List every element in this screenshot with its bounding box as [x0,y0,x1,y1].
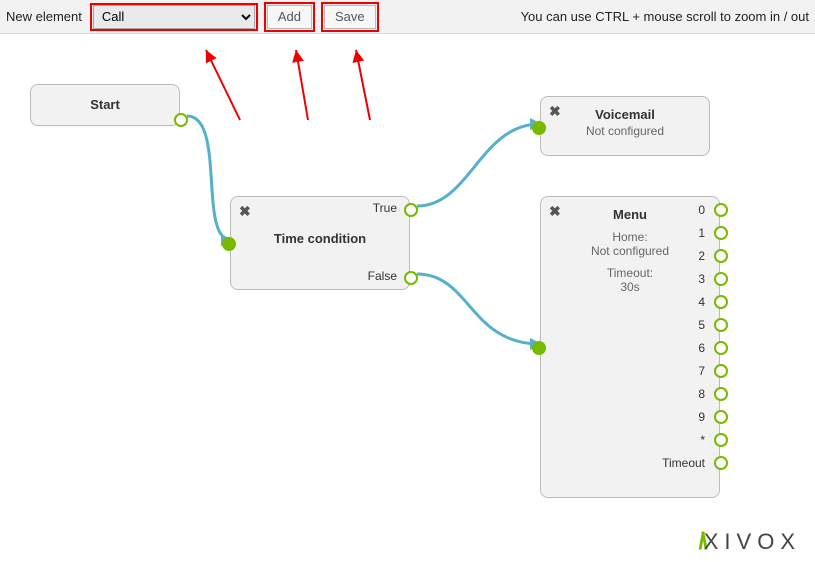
node-voicemail-title: Voicemail [541,107,709,122]
toolbar: New element Call Add Save You can use CT… [0,0,815,34]
port-tcond-false[interactable] [404,271,418,285]
new-element-label: New element [6,9,82,24]
menu-port-label-7: 7 [698,364,705,378]
menu-port-label-9: 9 [698,410,705,424]
annotation-save: Save [321,2,379,32]
port-label-true: True [357,201,397,215]
port-menu-9[interactable] [714,410,728,424]
menu-timeout-value: 30s [541,280,719,294]
menu-port-label-8: 8 [698,387,705,401]
save-button[interactable]: Save [324,5,376,29]
node-voicemail[interactable]: ✖ Voicemail Not configured [540,96,710,156]
close-icon[interactable]: ✖ [549,203,561,220]
menu-home-value: Not configured [541,244,719,258]
port-tcond-in[interactable] [222,237,236,251]
dialplan-canvas[interactable]: Start ✖ Time condition True False ✖ Voic… [0,34,815,562]
port-menu-0[interactable] [714,203,728,217]
brand-logo: /\XIVOX [698,528,801,556]
zoom-hint: You can use CTRL + mouse scroll to zoom … [521,9,809,24]
node-menu-title: Menu [541,207,719,222]
menu-port-label-3: 3 [698,272,705,286]
node-time-condition-title: Time condition [231,231,409,246]
menu-port-label-1: 1 [698,226,705,240]
menu-port-label-*: * [700,433,705,447]
node-voicemail-status: Not configured [541,124,709,138]
port-tcond-true[interactable] [404,203,418,217]
node-time-condition[interactable]: ✖ Time condition True False [230,196,410,290]
port-start-out[interactable] [174,113,188,127]
node-start[interactable]: Start [30,84,180,126]
close-icon[interactable]: ✖ [239,203,251,220]
menu-port-label-4: 4 [698,295,705,309]
port-menu-6[interactable] [714,341,728,355]
node-menu[interactable]: ✖ Menu Home: Not configured Timeout: 30s… [540,196,720,498]
menu-port-label-Timeout: Timeout [662,456,705,470]
port-menu-3[interactable] [714,272,728,286]
add-button[interactable]: Add [267,5,312,29]
port-menu-2[interactable] [714,249,728,263]
menu-port-label-5: 5 [698,318,705,332]
menu-port-label-2: 2 [698,249,705,263]
port-menu-7[interactable] [714,364,728,378]
menu-port-label-6: 6 [698,341,705,355]
annotation-add: Add [264,2,315,32]
port-voicemail-in[interactable] [532,121,546,135]
port-menu-in[interactable] [532,341,546,355]
port-menu-1[interactable] [714,226,728,240]
brand-text: XIVOX [704,529,801,554]
menu-timeout-label: Timeout: [541,266,719,280]
menu-home-label: Home: [541,230,719,244]
annotation-select: Call [90,3,258,31]
element-type-select[interactable]: Call [93,5,255,29]
port-menu-Timeout[interactable] [714,456,728,470]
port-label-false: False [357,269,397,283]
port-menu-4[interactable] [714,295,728,309]
port-menu-*[interactable] [714,433,728,447]
menu-port-label-0: 0 [698,203,705,217]
node-start-title: Start [31,85,179,125]
close-icon[interactable]: ✖ [549,103,561,120]
port-menu-5[interactable] [714,318,728,332]
port-menu-8[interactable] [714,387,728,401]
